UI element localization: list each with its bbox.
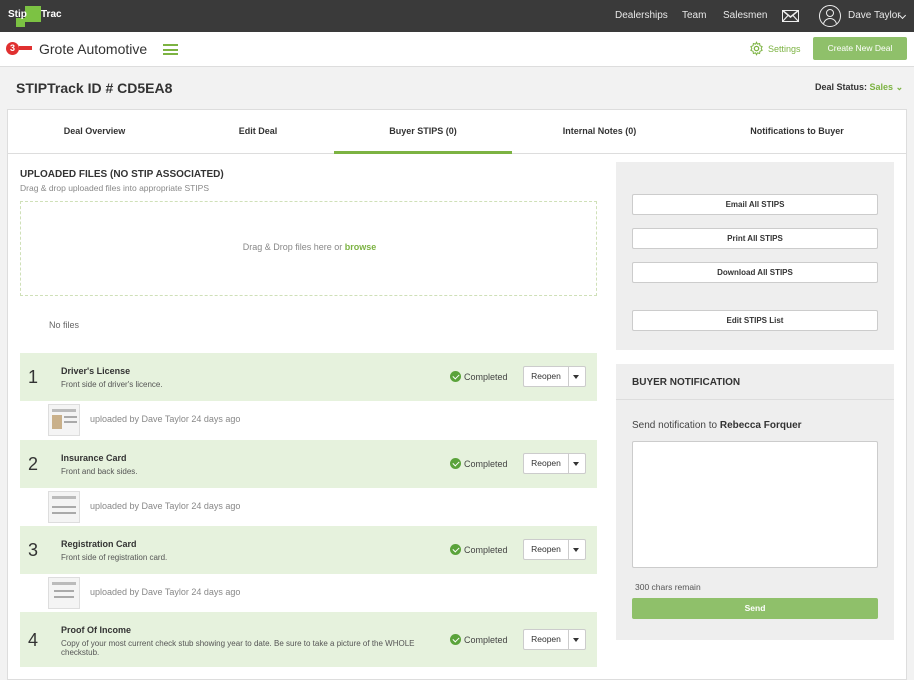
settings-link[interactable]: Settings [768,44,801,54]
notification-header: BUYER NOTIFICATION [616,364,894,400]
deal-status-value[interactable]: Sales [870,82,894,92]
top-bar: Stip Trac Dealerships Team Salesmen Dave… [0,0,914,32]
stip-number: 2 [28,454,39,474]
check-circle-icon [450,458,461,469]
notification-message-input[interactable] [632,441,878,568]
uploaded-files-subtitle: Drag & drop uploaded files into appropri… [20,183,210,193]
tab-internal-notes[interactable]: Internal Notes (0) [512,109,687,154]
stip-title: Driver's License [61,366,131,376]
menu-icon[interactable] [163,44,178,55]
stip-row: 3 Registration Card Front side of regist… [20,526,597,574]
check-circle-icon [450,544,461,555]
recipient-name: Rebecca Forquer [719,420,802,431]
stip-row: 4 Proof Of Income Copy of your most curr… [20,612,597,667]
tab-notifications[interactable]: Notifications to Buyer [687,109,907,154]
page-title: STIPTrack ID # CD5EA8 [16,80,173,96]
gear-icon[interactable] [749,41,764,56]
stip-description: Front side of driver's licence. [61,380,163,389]
stip-description: Front and back sides. [61,467,138,476]
nav-salesmen[interactable]: Salesmen [723,0,767,32]
file-dropzone[interactable]: Drag & Drop files here or browse [20,201,597,296]
stip-description: Front side of registration card. [61,553,168,562]
stip-status: Completed [450,634,508,645]
check-circle-icon [450,371,461,382]
logo-check-icon [25,6,41,22]
email-all-stips-button[interactable]: Email All STIPS [632,194,878,215]
dealer-name: Grote Automotive [39,41,148,57]
stips-actions-panel: Email All STIPS Print All STIPS Download… [616,162,894,350]
stip-number: 4 [28,630,39,650]
nav-dealerships[interactable]: Dealerships [615,0,668,32]
file-thumbnail[interactable] [48,577,80,609]
reopen-button[interactable]: Reopen [523,539,586,560]
caret-down-icon[interactable] [573,462,579,466]
buyer-notification-panel: BUYER NOTIFICATION Send notification to … [616,364,894,640]
send-button[interactable]: Send [632,598,878,619]
mail-icon[interactable] [782,10,799,22]
uploaded-files-title: UPLOADED FILES (NO STIP ASSOCIATED) [20,169,224,180]
reopen-button[interactable]: Reopen [523,629,586,650]
uploaded-file-item: uploaded by Dave Taylor 24 days ago [20,488,597,526]
caret-down-icon[interactable] [573,548,579,552]
stip-number: 1 [28,367,39,387]
deal-status[interactable]: Deal Status: Sales ⌄ [815,82,903,93]
stip-status: Completed [450,544,508,555]
nav-team[interactable]: Team [682,0,706,32]
stiptrac-logo[interactable]: Stip Trac [6,4,66,28]
create-new-deal-button[interactable]: Create New Deal [813,37,907,60]
user-name[interactable]: Dave Taylor [848,0,901,32]
tab-edit-deal[interactable]: Edit Deal [182,109,334,154]
file-thumbnail[interactable] [48,491,80,523]
upload-info: uploaded by Dave Taylor 24 days ago [90,501,241,511]
upload-info: uploaded by Dave Taylor 24 days ago [90,587,241,597]
stip-status: Completed [450,458,508,469]
stip-status: Completed [450,371,508,382]
print-all-stips-button[interactable]: Print All STIPS [632,228,878,249]
dealer-logo: 3 [6,42,32,56]
tab-deal-overview[interactable]: Deal Overview [7,109,182,154]
stip-title: Registration Card [61,539,137,549]
dropzone-text: Drag & Drop files here or [242,242,345,252]
file-thumbnail[interactable] [48,404,80,436]
edit-stips-list-button[interactable]: Edit STIPS List [632,310,878,331]
tab-bar: Deal Overview Edit Deal Buyer STIPS (0) … [7,109,907,154]
stip-title: Insurance Card [61,453,127,463]
stip-row: 2 Insurance Card Front and back sides. C… [20,440,597,488]
notification-recipient: Send notification to Rebecca Forquer [632,420,802,431]
deal-status-label: Deal Status: [815,82,868,92]
check-circle-icon [450,634,461,645]
stip-row: 1 Driver's License Front side of driver'… [20,353,597,401]
chars-remaining: 300 chars remain [635,582,701,592]
browse-link[interactable]: browse [345,242,377,252]
uploaded-file-item: uploaded by Dave Taylor 24 days ago [20,401,597,439]
stip-title: Proof Of Income [61,625,132,635]
reopen-button[interactable]: Reopen [523,453,586,474]
no-files-text: No files [49,320,80,330]
user-avatar-icon[interactable] [819,5,841,27]
tab-buyer-stips[interactable]: Buyer STIPS (0) [334,109,512,154]
notification-title: BUYER NOTIFICATION [632,377,741,388]
logo-text-right: Trac [41,9,62,20]
uploaded-file-item: uploaded by Dave Taylor 24 days ago [20,574,597,612]
stip-description: Copy of your most current check stub sho… [61,639,415,657]
logo-text-left: Stip [8,9,27,20]
download-all-stips-button[interactable]: Download All STIPS [632,262,878,283]
caret-down-icon[interactable] [573,375,579,379]
chevron-down-icon[interactable]: ⌄ [896,82,904,92]
stip-number: 3 [28,540,39,560]
reopen-button[interactable]: Reopen [523,366,586,387]
upload-info: uploaded by Dave Taylor 24 days ago [90,414,241,424]
caret-down-icon[interactable] [573,638,579,642]
